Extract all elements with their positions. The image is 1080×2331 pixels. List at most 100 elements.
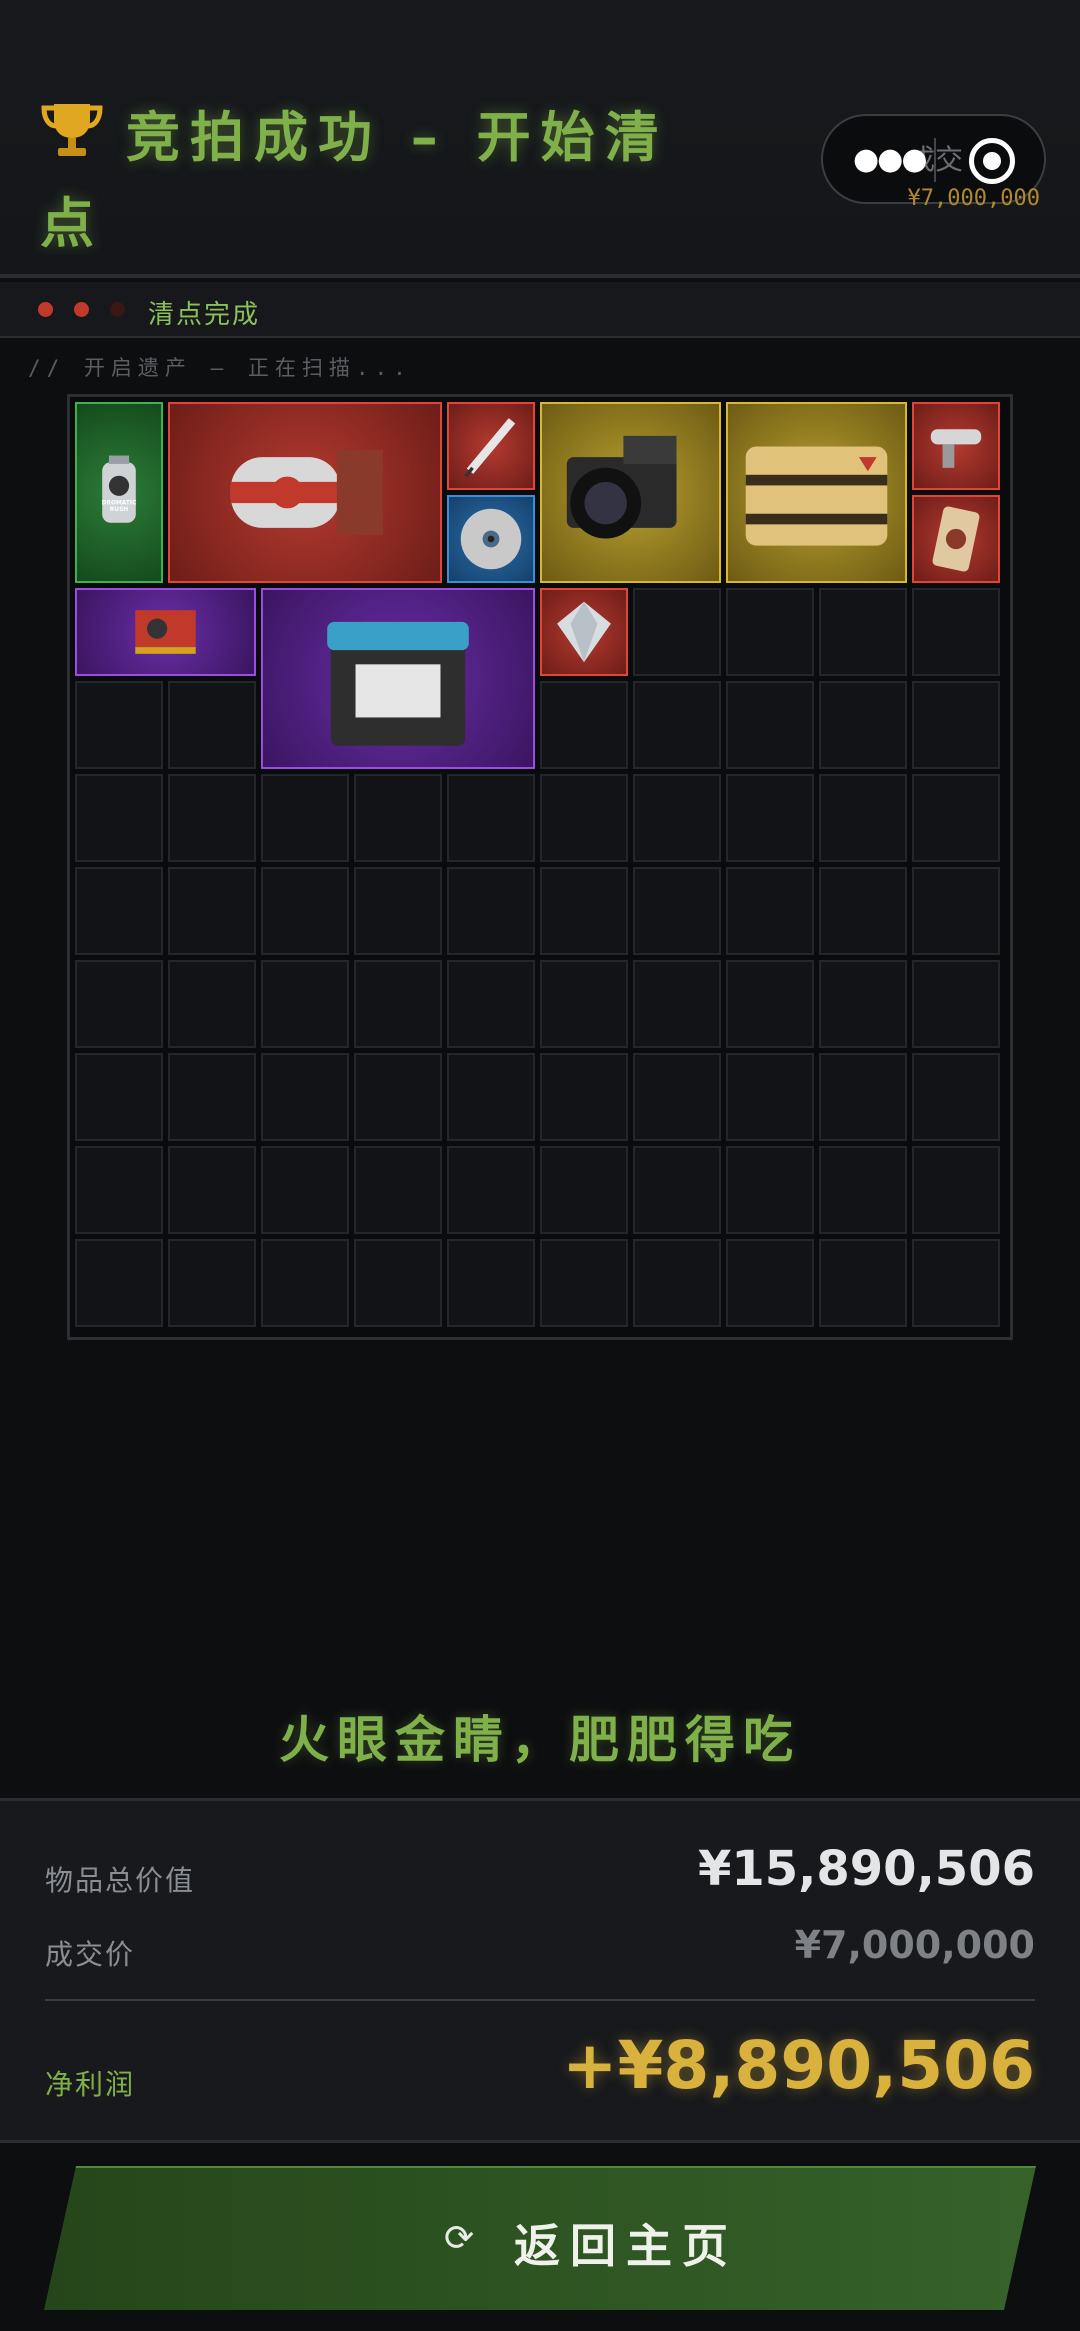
summary-panel: 物品总价值 ¥15,890,506 成交价 ¥7,000,000 净利润 +¥8… bbox=[0, 1798, 1080, 2143]
refresh-icon: ⟳ bbox=[444, 2218, 475, 2259]
grid-cell[interactable] bbox=[261, 1146, 349, 1234]
grid-cell[interactable] bbox=[261, 960, 349, 1048]
trophy-icon bbox=[40, 98, 104, 184]
total-value: ¥15,890,506 bbox=[697, 1841, 1035, 1897]
grid-cell[interactable] bbox=[819, 1146, 907, 1234]
net-profit-value: +¥8,890,506 bbox=[562, 2027, 1035, 2104]
target-icon[interactable] bbox=[969, 138, 1015, 184]
grid-cell[interactable] bbox=[726, 867, 814, 955]
grid-cell[interactable] bbox=[912, 774, 1000, 862]
grid-cell[interactable] bbox=[633, 774, 721, 862]
grid-cell[interactable] bbox=[447, 867, 535, 955]
syringe-pen-item[interactable] bbox=[447, 402, 535, 490]
diamond-item[interactable] bbox=[540, 588, 628, 676]
grid-cell[interactable] bbox=[726, 588, 814, 676]
grid-cell[interactable] bbox=[912, 588, 1000, 676]
grid-cell[interactable] bbox=[819, 588, 907, 676]
spray-can-item[interactable]: DROMATIC RUSH bbox=[75, 402, 163, 583]
status-bar: 清点完成 bbox=[0, 282, 1080, 338]
grid-cell[interactable] bbox=[354, 867, 442, 955]
grid-cell[interactable] bbox=[75, 774, 163, 862]
grid-cell[interactable] bbox=[354, 960, 442, 1048]
grid-cell[interactable] bbox=[75, 1053, 163, 1141]
grid-cell[interactable] bbox=[633, 681, 721, 769]
grid-cell[interactable] bbox=[168, 960, 256, 1048]
status-dot bbox=[38, 302, 53, 317]
grid-cell[interactable] bbox=[540, 867, 628, 955]
grid-cell[interactable] bbox=[75, 867, 163, 955]
grid-cell[interactable] bbox=[261, 867, 349, 955]
grid-cell[interactable] bbox=[168, 774, 256, 862]
return-home-button[interactable]: ⟳ 返回主页 bbox=[44, 2166, 1036, 2310]
grid-cell[interactable] bbox=[540, 774, 628, 862]
grid-cell[interactable] bbox=[912, 1053, 1000, 1141]
grid-cell[interactable] bbox=[168, 681, 256, 769]
card-item[interactable] bbox=[912, 495, 1000, 583]
grid-cell[interactable] bbox=[819, 867, 907, 955]
grid-cell[interactable] bbox=[726, 960, 814, 1048]
grid-cell[interactable] bbox=[819, 960, 907, 1048]
capsule-divider bbox=[934, 138, 936, 182]
grid-cell[interactable] bbox=[75, 960, 163, 1048]
grid-cell[interactable] bbox=[75, 1146, 163, 1234]
grid-cell[interactable] bbox=[354, 1146, 442, 1234]
grid-cell[interactable] bbox=[540, 681, 628, 769]
title-text: 竞拍成功 – 开始清点 bbox=[40, 106, 669, 255]
car-battery-item[interactable] bbox=[261, 588, 535, 769]
grid-cell[interactable] bbox=[726, 681, 814, 769]
grid-cell[interactable] bbox=[819, 681, 907, 769]
supply-crate-item[interactable] bbox=[726, 402, 907, 583]
grid-cell[interactable] bbox=[540, 1239, 628, 1327]
grid-cell[interactable] bbox=[726, 1146, 814, 1234]
graphics-card-item[interactable] bbox=[75, 588, 256, 676]
plane-cylinder-item[interactable] bbox=[168, 402, 442, 583]
header: 竞拍成功 – 开始清点 成交 ●●● ¥7,000,000 bbox=[0, 0, 1080, 278]
grid-cell[interactable] bbox=[633, 1146, 721, 1234]
deal-price-label: 成交价 bbox=[45, 1938, 136, 1971]
cd-disc-item[interactable] bbox=[447, 495, 535, 583]
grid-cell[interactable] bbox=[261, 1053, 349, 1141]
camera-item[interactable] bbox=[540, 402, 721, 583]
grid-cell[interactable] bbox=[540, 960, 628, 1048]
tool-item[interactable] bbox=[912, 402, 1000, 490]
grid-cell[interactable] bbox=[633, 588, 721, 676]
grid-cell[interactable] bbox=[819, 1239, 907, 1327]
grid-cell[interactable] bbox=[912, 960, 1000, 1048]
grid-cell[interactable] bbox=[447, 1146, 535, 1234]
grid-cell[interactable] bbox=[354, 774, 442, 862]
grid-cell[interactable] bbox=[912, 1239, 1000, 1327]
grid-cell[interactable] bbox=[912, 1146, 1000, 1234]
grid-cell[interactable] bbox=[354, 1239, 442, 1327]
grid-cell[interactable] bbox=[447, 1053, 535, 1141]
grid-cell[interactable] bbox=[168, 867, 256, 955]
grid-cell[interactable] bbox=[540, 1146, 628, 1234]
grid-cell[interactable] bbox=[633, 1239, 721, 1327]
grid-cell[interactable] bbox=[726, 774, 814, 862]
grid-cell[interactable] bbox=[447, 1239, 535, 1327]
grid-cell[interactable] bbox=[726, 1239, 814, 1327]
grid-cell[interactable] bbox=[168, 1053, 256, 1141]
grid-cell[interactable] bbox=[633, 960, 721, 1048]
deal-price-small: ¥7,000,000 bbox=[907, 186, 1040, 211]
grid-cell[interactable] bbox=[261, 774, 349, 862]
grid-cell[interactable] bbox=[168, 1239, 256, 1327]
grid-cell[interactable] bbox=[819, 1053, 907, 1141]
more-dots-icon[interactable]: ●●● bbox=[853, 142, 928, 177]
grid-cell[interactable] bbox=[912, 867, 1000, 955]
grid-cell[interactable] bbox=[540, 1053, 628, 1141]
grid-cell[interactable] bbox=[447, 960, 535, 1048]
grid-cell[interactable] bbox=[75, 1239, 163, 1327]
net-profit-label: 净利润 bbox=[45, 2068, 136, 2101]
grid-cell[interactable] bbox=[354, 1053, 442, 1141]
status-text: 清点完成 bbox=[148, 300, 261, 330]
grid-cell[interactable] bbox=[633, 867, 721, 955]
grid-cell[interactable] bbox=[261, 1239, 349, 1327]
grid-cell[interactable] bbox=[447, 774, 535, 862]
grid-cell[interactable] bbox=[633, 1053, 721, 1141]
grid-cell[interactable] bbox=[726, 1053, 814, 1141]
grid-cell[interactable] bbox=[912, 681, 1000, 769]
grid-cell[interactable] bbox=[75, 681, 163, 769]
grid-cell[interactable] bbox=[819, 774, 907, 862]
status-dot bbox=[74, 302, 89, 317]
grid-cell[interactable] bbox=[168, 1146, 256, 1234]
